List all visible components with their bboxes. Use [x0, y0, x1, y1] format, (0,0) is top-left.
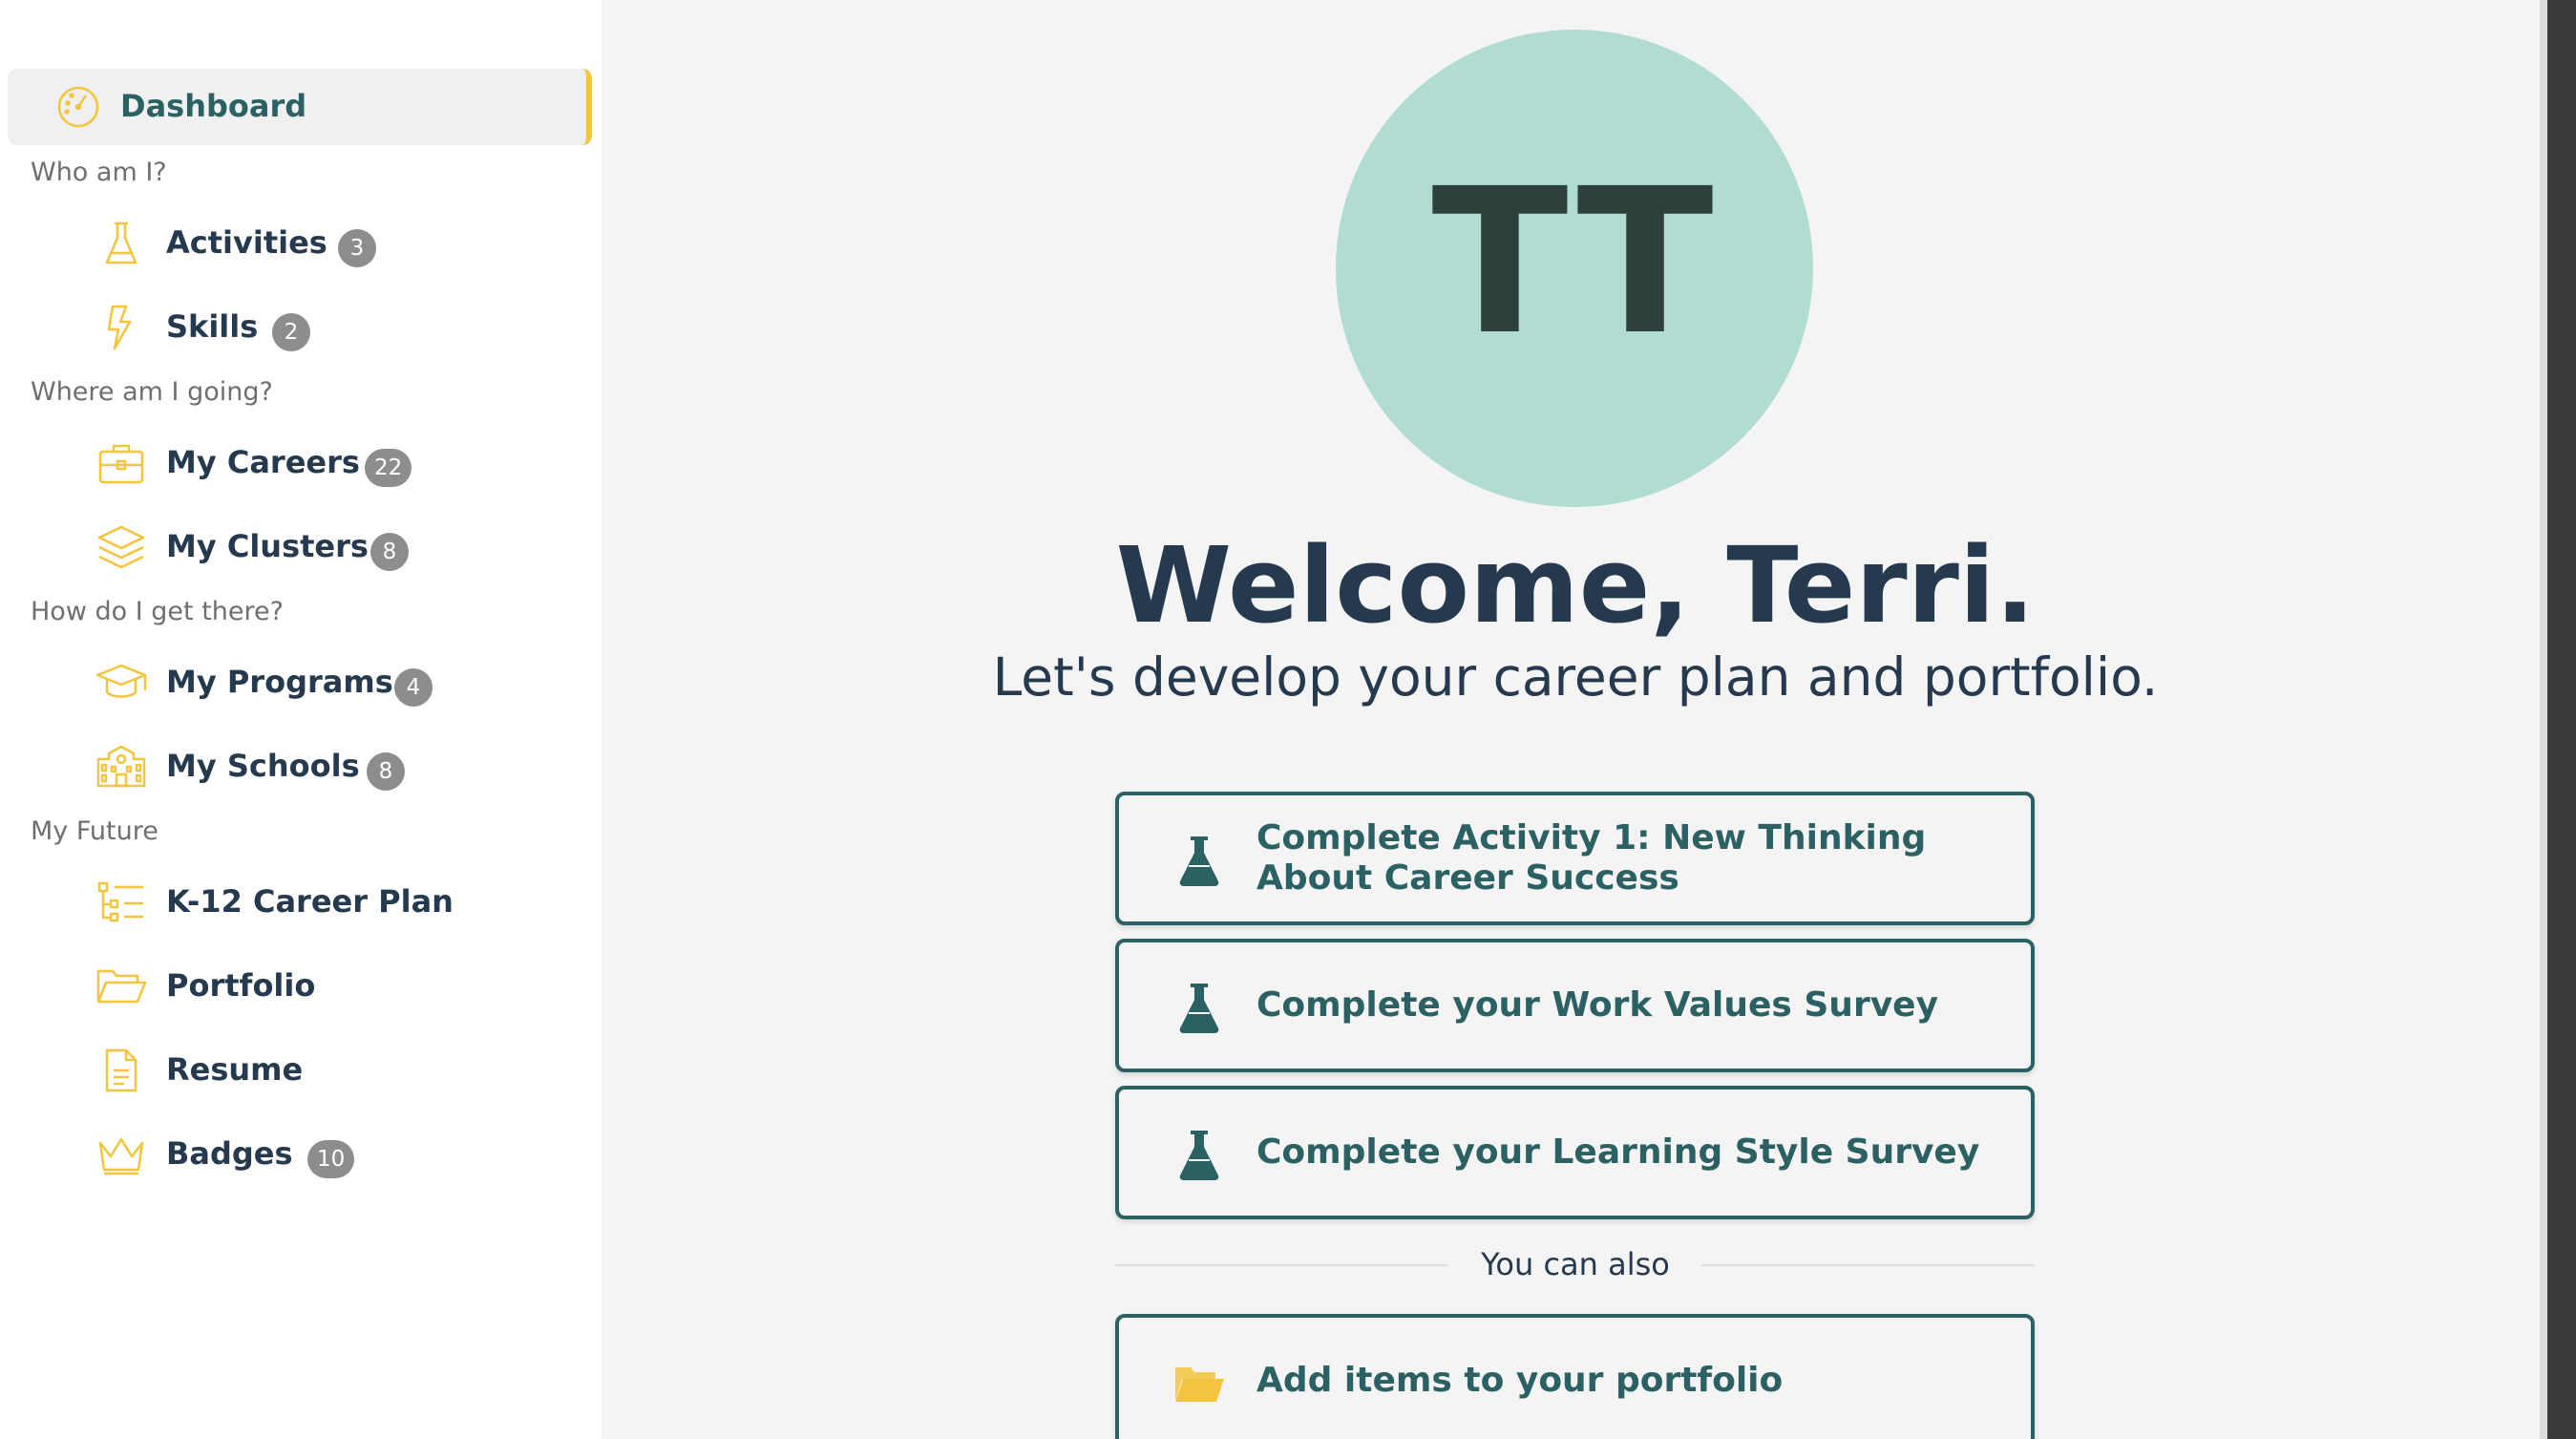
sidebar-item-label: Badges — [166, 1135, 293, 1172]
sidebar-item-label: My Programs — [166, 664, 393, 700]
section-label-where-am-i-going: Where am I going? — [31, 377, 273, 407]
sidebar-item-my-clusters[interactable]: My Clusters 8 — [0, 514, 592, 581]
section-label-who-am-i: Who am I? — [31, 158, 167, 187]
section-label-my-future: My Future — [31, 816, 158, 846]
page-subtitle: Let's develop your career plan and portf… — [992, 646, 2159, 708]
sidebar-item-label: My Clusters — [166, 528, 369, 564]
sidebar-item-k12-career-plan[interactable]: K-12 Career Plan — [0, 869, 592, 936]
count-badge: 22 — [365, 449, 412, 487]
sidebar-item-skills[interactable]: Skills 2 — [0, 294, 592, 361]
page-title: Welcome, Terri. — [1115, 524, 2036, 646]
count-badge: 2 — [272, 313, 310, 351]
sidebar-item-label: Portfolio — [166, 967, 316, 1004]
sidebar-item-label: Dashboard — [120, 88, 307, 124]
action-button-add-portfolio-items[interactable]: Add items to your portfolio — [1115, 1314, 2035, 1439]
action-button-learning-style-survey[interactable]: Complete your Learning Style Survey — [1115, 1086, 2035, 1219]
layers-icon — [95, 524, 147, 570]
document-icon — [95, 1048, 147, 1093]
count-badge: 8 — [367, 752, 405, 791]
sidebar-item-my-careers[interactable]: My Careers 22 — [0, 430, 592, 497]
divider-label: You can also — [1481, 1246, 1670, 1282]
sidebar-item-my-programs[interactable]: My Programs 4 — [0, 649, 592, 716]
sidebar-item-label: K-12 Career Plan — [166, 883, 454, 920]
flask-icon — [95, 221, 147, 266]
flask-icon — [1174, 981, 1224, 1034]
sidebar-item-label: Skills — [166, 308, 259, 345]
sidebar-item-my-schools[interactable]: My Schools 8 — [0, 733, 592, 800]
divider — [1701, 1264, 2035, 1266]
sidebar-item-label: My Careers — [166, 444, 360, 480]
folder-open-icon — [1174, 1356, 1224, 1409]
briefcase-icon — [95, 440, 147, 486]
lightning-icon — [95, 305, 147, 350]
flask-icon — [1174, 1128, 1224, 1181]
school-icon — [95, 744, 147, 790]
action-label: Add items to your portfolio — [1256, 1361, 1784, 1400]
plan-list-icon — [95, 879, 147, 925]
folder-icon — [95, 963, 147, 1009]
action-button-work-values-survey[interactable]: Complete your Work Values Survey — [1115, 939, 2035, 1072]
crown-icon — [95, 1132, 147, 1177]
count-badge: 10 — [307, 1140, 355, 1178]
sidebar-item-badges[interactable]: Badges 10 — [0, 1121, 592, 1188]
graduation-cap-icon — [95, 660, 147, 706]
count-badge: 3 — [338, 229, 376, 267]
divider — [1115, 1264, 1447, 1266]
sidebar-item-activities[interactable]: Activities 3 — [0, 210, 592, 277]
action-button-activity-1[interactable]: Complete Activity 1: New Thinking About … — [1115, 792, 2035, 925]
gauge-icon — [55, 84, 101, 130]
sidebar-item-label: My Schools — [166, 748, 360, 784]
action-label: Complete your Work Values Survey — [1256, 985, 1939, 1025]
section-label-how-do-i-get-there: How do I get there? — [31, 597, 284, 626]
count-badge: 8 — [370, 533, 409, 571]
action-label: Complete Activity 1: New Thinking About … — [1256, 818, 1927, 898]
avatar-initials: TT — [1431, 145, 1718, 379]
sidebar-item-label: Activities — [166, 224, 327, 261]
action-label: Complete your Learning Style Survey — [1256, 1132, 1980, 1172]
count-badge: 4 — [394, 668, 433, 707]
sidebar-item-label: Resume — [166, 1051, 304, 1088]
sidebar-item-dashboard[interactable]: Dashboard — [8, 69, 592, 145]
scrollbar-track[interactable] — [2540, 0, 2547, 1439]
flask-icon — [1174, 834, 1224, 887]
window-edge — [2547, 0, 2576, 1439]
sidebar-footer-area — [0, 1203, 602, 1439]
sidebar-item-resume[interactable]: Resume — [0, 1037, 592, 1104]
sidebar-item-portfolio[interactable]: Portfolio — [0, 953, 592, 1020]
